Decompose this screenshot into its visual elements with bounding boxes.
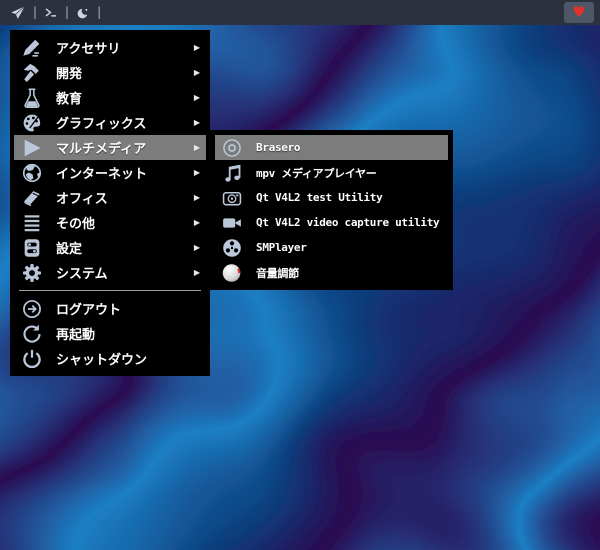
- paper-plane-icon[interactable]: [10, 5, 26, 21]
- menu-item-logout[interactable]: ログアウト: [14, 296, 206, 321]
- menu-actions: ログアウト再起動シャットダウン: [10, 296, 210, 371]
- separator: |: [65, 4, 70, 19]
- submenu-item-qt-v4l2-capture[interactable]: Qt V4L2 video capture utility: [215, 210, 448, 235]
- menu-item-label: mpv メディアプレイヤー: [256, 166, 377, 180]
- menu-item-label: グラフィックス: [56, 117, 147, 132]
- restart-icon: [21, 323, 43, 345]
- terminal-icon[interactable]: [44, 6, 58, 20]
- hammer-icon: [21, 62, 43, 84]
- menu-item-label: アクセサリ: [56, 42, 121, 57]
- submenu-arrow-icon: ▶: [193, 267, 200, 277]
- book-icon: [21, 187, 43, 209]
- menu-item-internet[interactable]: インターネット ▶: [14, 160, 206, 185]
- submenu-arrow-icon: ▶: [193, 42, 200, 52]
- menu-categories: アクセサリ ▶ 開発 ▶ 教育 ▶ グラフィックス ▶ マルチメディア ▶ インターネット ▶ オフィス…: [10, 35, 210, 285]
- menu-item-office[interactable]: オフィス ▶: [14, 185, 206, 210]
- video-camera-icon: [221, 212, 243, 234]
- menu-item-label: システム: [56, 267, 108, 282]
- menu-item-label: Brasero: [256, 141, 301, 154]
- submenu-arrow-icon: ▶: [193, 217, 200, 227]
- menu-item-label: 設定: [56, 242, 83, 257]
- submenu-item-volume[interactable]: 音量調節: [215, 260, 448, 285]
- submenu-arrow-icon: ▶: [193, 117, 200, 127]
- menu-item-label: ログアウト: [56, 303, 122, 318]
- submenu-items: Brasero mpv メディアプレイヤー Qt V4L2 test Utility…: [210, 135, 453, 285]
- multimedia-submenu: Brasero mpv メディアプレイヤー Qt V4L2 test Utility…: [210, 130, 453, 290]
- globe-icon: [21, 162, 43, 184]
- desktop: | | | ♥ アクセサリ ▶ 開発 ▶ 教育 ▶ グラフィックス ▶ マルチメディア ▶ インター…: [0, 0, 600, 550]
- submenu-arrow-icon: ▶: [193, 67, 200, 77]
- menu-item-label: Qt V4L2 test Utility: [256, 191, 383, 204]
- menu-item-label: 再起動: [56, 328, 96, 343]
- gear-icon: [21, 262, 43, 284]
- disc-icon: [221, 137, 243, 159]
- menu-item-multimedia[interactable]: マルチメディア ▶: [14, 135, 206, 160]
- submenu-arrow-icon: ▶: [193, 192, 200, 202]
- menu-item-development[interactable]: 開発 ▶: [14, 60, 206, 85]
- menu-item-label: オフィス: [56, 192, 108, 207]
- moon-icon[interactable]: [76, 6, 90, 20]
- top-bar: | | | ♥: [0, 0, 600, 25]
- volume-knob-icon: [221, 262, 243, 284]
- submenu-item-brasero[interactable]: Brasero: [215, 135, 448, 160]
- menu-item-label: Qt V4L2 video capture utility: [256, 216, 440, 229]
- tray-heart-button[interactable]: ♥: [564, 2, 594, 23]
- flask-icon: [21, 87, 43, 109]
- system-tray: ♥: [564, 2, 596, 23]
- power-icon: [21, 348, 43, 370]
- pencil-icon: [21, 37, 43, 59]
- play-icon: [21, 137, 43, 159]
- menu-item-other[interactable]: その他 ▶: [14, 210, 206, 235]
- menu-item-system[interactable]: システム ▶: [14, 260, 206, 285]
- logout-icon: [21, 298, 43, 320]
- submenu-arrow-icon: ▶: [193, 142, 200, 152]
- submenu-arrow-icon: ▶: [193, 92, 200, 102]
- menu-item-label: シャットダウン: [56, 353, 148, 368]
- camera-icon: [221, 187, 243, 209]
- palette-icon: [21, 112, 43, 134]
- separator: |: [97, 4, 102, 19]
- menu-item-label: SMPlayer: [256, 241, 307, 254]
- list-icon: [21, 212, 43, 234]
- menu-item-label: マルチメディア: [56, 142, 147, 157]
- submenu-item-qt-v4l2-test[interactable]: Qt V4L2 test Utility: [215, 185, 448, 210]
- submenu-arrow-icon: ▶: [193, 242, 200, 252]
- menu-item-label: 音量調節: [256, 266, 299, 280]
- menu-item-label: インターネット: [56, 167, 148, 182]
- top-bar-launchers: | | |: [4, 5, 101, 21]
- menu-item-label: 教育: [56, 92, 83, 107]
- menu-item-graphics[interactable]: グラフィックス ▶: [14, 110, 206, 135]
- heart-icon: ♥: [572, 3, 586, 21]
- menu-item-accessories[interactable]: アクセサリ ▶: [14, 35, 206, 60]
- music-note-icon: [221, 162, 243, 184]
- menu-item-settings[interactable]: 設定 ▶: [14, 235, 206, 260]
- submenu-item-smplayer[interactable]: SMPlayer: [215, 235, 448, 260]
- toggles-icon: [21, 237, 43, 259]
- menu-item-label: その他: [56, 217, 96, 232]
- menu-item-label: 開発: [56, 67, 83, 82]
- applications-menu: アクセサリ ▶ 開発 ▶ 教育 ▶ グラフィックス ▶ マルチメディア ▶ インターネット ▶ オフィス…: [10, 30, 210, 376]
- menu-separator: [19, 290, 201, 291]
- submenu-item-mpv[interactable]: mpv メディアプレイヤー: [215, 160, 448, 185]
- menu-item-shutdown[interactable]: シャットダウン: [14, 346, 206, 371]
- separator: |: [33, 4, 38, 19]
- submenu-arrow-icon: ▶: [193, 167, 200, 177]
- menu-item-education[interactable]: 教育 ▶: [14, 85, 206, 110]
- film-reel-icon: [221, 237, 243, 259]
- menu-item-reboot[interactable]: 再起動: [14, 321, 206, 346]
